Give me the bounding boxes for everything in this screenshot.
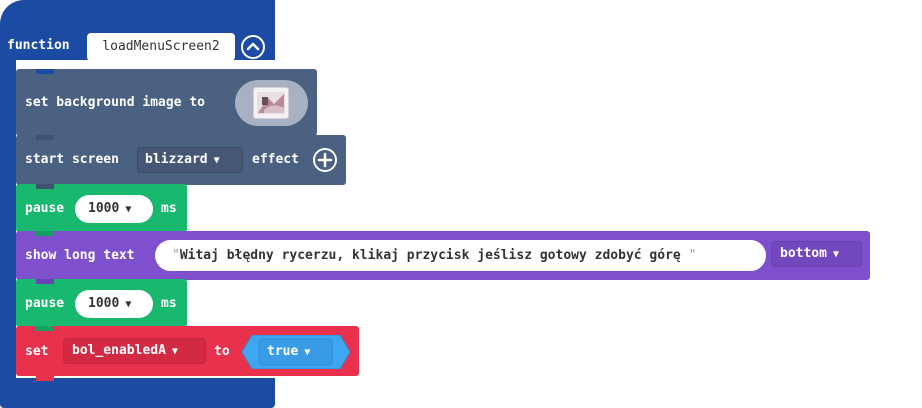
pause-label-2: pause <box>25 296 65 311</box>
dropdown-caret-icon: ▼ <box>304 347 311 358</box>
pause-duration-value-1: 1000 <box>88 201 120 216</box>
dropdown-caret-icon: ▼ <box>171 346 178 357</box>
pause-unit-2: ms <box>161 296 177 311</box>
boolean-value: true <box>267 344 299 359</box>
long-text-input[interactable]: "Witaj błędny rycerzu, klikaj przycisk j… <box>155 240 766 271</box>
text-position-value: bottom <box>780 246 827 261</box>
function-keyword: function <box>7 38 70 53</box>
pause-duration-dropdown-1[interactable]: 1000 ▼ <box>75 195 153 223</box>
dropdown-caret-icon: ▼ <box>125 299 132 310</box>
effect-label: effect <box>252 152 299 167</box>
pause-label-1: pause <box>25 201 65 216</box>
boolean-dropdown[interactable]: true ▼ <box>267 344 310 359</box>
function-name-field[interactable]: loadMenuScreen2 <box>87 33 235 61</box>
text-position-dropdown[interactable]: bottom ▼ <box>771 241 862 267</box>
dropdown-caret-icon: ▼ <box>125 204 132 215</box>
to-label: to <box>214 344 230 359</box>
collapse-arrow-icon[interactable] <box>241 35 265 59</box>
variable-name: bol_enabledA <box>72 343 166 358</box>
function-block-footer <box>0 378 275 408</box>
set-background-label: set background image to <box>25 95 206 110</box>
long-text-value: Witaj błędny rycerzu, klikaj przycisk je… <box>179 248 681 263</box>
function-block-spine <box>0 59 16 380</box>
start-screen-label: start screen <box>25 152 119 167</box>
boolean-value-block[interactable]: true ▼ <box>242 335 350 369</box>
pause-duration-value-2: 1000 <box>88 296 120 311</box>
set-label: set <box>25 344 49 359</box>
dropdown-caret-icon: ▼ <box>213 155 220 166</box>
dropdown-caret-icon: ▼ <box>832 249 839 260</box>
pause-unit-1: ms <box>161 201 177 216</box>
image-thumbnail <box>253 87 289 119</box>
add-plus-icon[interactable] <box>313 148 337 172</box>
effect-dropdown[interactable]: blizzard ▼ <box>137 147 243 173</box>
variable-dropdown[interactable]: bol_enabledA ▼ <box>63 338 206 364</box>
effect-dropdown-value: blizzard <box>145 152 208 167</box>
pause-duration-dropdown-2[interactable]: 1000 ▼ <box>75 290 153 318</box>
show-long-text-label: show long text <box>25 248 135 263</box>
